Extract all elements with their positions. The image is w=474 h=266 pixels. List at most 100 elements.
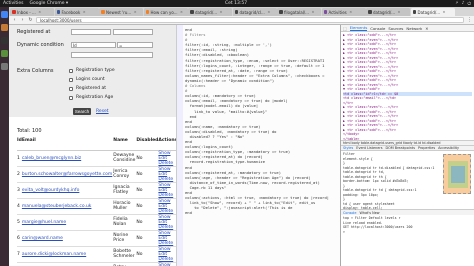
browser-tab[interactable]: datagrid/cl... × xyxy=(232,8,277,16)
registered-at-from-input[interactable] xyxy=(71,29,111,35)
row-id: 2 xyxy=(17,171,20,177)
column-header-email[interactable]: Email xyxy=(21,137,114,151)
tab-console[interactable]: Console xyxy=(370,26,385,31)
tab-close-icon[interactable]: × xyxy=(180,10,183,14)
editor-icon[interactable] xyxy=(1,50,8,57)
browser-tab[interactable]: Activities × xyxy=(321,8,366,16)
row-delete-link[interactable]: Delete xyxy=(158,177,173,182)
row-delete-link[interactable]: Delete xyxy=(158,257,173,262)
console-drawer-tab[interactable]: What's New xyxy=(359,211,379,215)
tab-network[interactable]: Network xyxy=(406,26,422,31)
terminal-icon[interactable] xyxy=(1,37,8,44)
tab-elements[interactable]: Elements xyxy=(349,25,368,31)
browser-tab[interactable]: Datagrid/... × xyxy=(410,8,455,16)
search-button[interactable]: Search xyxy=(73,108,91,115)
registration-age-checkbox[interactable] xyxy=(69,96,73,100)
reset-link[interactable]: Reset xyxy=(96,109,109,114)
dynamic-value-input[interactable] xyxy=(71,52,153,58)
row-email-link[interactable]: aurore.dicki@lockman.name xyxy=(22,252,86,257)
address-bar[interactable]: localhost:3000/users xyxy=(36,17,464,23)
styles-subtab[interactable]: Styles xyxy=(343,146,353,150)
network-icon[interactable]: ⚡ xyxy=(455,1,458,7)
tab-close-icon[interactable]: × xyxy=(398,10,401,14)
code-editor[interactable]: end # Filters # filter(:id, :string, :multi… xyxy=(176,25,340,266)
power-icon[interactable]: ⏻ xyxy=(467,1,471,7)
row-delete-link[interactable]: Delete xyxy=(158,241,173,246)
menu-icon[interactable]: ⋮ xyxy=(467,17,472,23)
row-delete-link[interactable]: Delete xyxy=(158,193,173,198)
row-delete-link[interactable]: Delete xyxy=(158,225,173,230)
dynamic-operator-select[interactable]: = xyxy=(117,42,153,48)
registered-at-to-input[interactable] xyxy=(113,29,153,35)
styles-subtab[interactable]: Event Listeners xyxy=(356,146,382,150)
registration-age-label: Registration Age xyxy=(76,95,114,100)
tab-close-icon[interactable]: × xyxy=(349,10,352,14)
row-show-link[interactable]: Show xyxy=(158,263,170,266)
styles-subtab[interactable]: DOM Breakpoints xyxy=(386,146,415,150)
chrome-icon[interactable] xyxy=(1,11,8,18)
tab-close-icon[interactable]: × xyxy=(134,10,137,14)
forward-icon[interactable]: › xyxy=(20,17,25,23)
tab-close-icon[interactable]: × xyxy=(267,10,270,14)
browser-tab[interactable]: Inbox - ... × xyxy=(10,8,54,16)
browser-tab-strip: Inbox - ... × Facebook × Newest 'ru... × How c… xyxy=(9,7,474,16)
dom-tree[interactable]: ▶ <tr class="odd">...</tr> ▶ <tr class="e… xyxy=(341,32,474,140)
tab-close-icon[interactable]: × xyxy=(38,10,41,14)
row-email-link[interactable]: burton.schowalter@farrowsgoyette.com xyxy=(22,172,112,177)
volume-icon[interactable]: ♪ xyxy=(462,1,465,7)
row-name-cell: Horacio Muller xyxy=(113,197,137,214)
editor-code[interactable]: end # Filters # filter(:id, :string, :multi… xyxy=(185,27,329,215)
browser-tab[interactable]: Newest 'ru... × xyxy=(99,8,143,16)
reload-icon[interactable]: ↻ xyxy=(28,17,33,23)
styles-subtab[interactable]: Accessibility xyxy=(438,146,459,150)
row-name-cell: Ignacia Flatley xyxy=(113,181,137,198)
console-drawer-tab[interactable]: Console xyxy=(343,211,356,215)
tab-title: Newest 'ru... xyxy=(106,9,132,15)
column-header-name[interactable]: Name xyxy=(113,137,137,151)
styles-subtab[interactable]: Properties xyxy=(418,146,435,150)
styles-pane[interactable]: Filter element.style {} table.datagrid tr … xyxy=(341,151,474,210)
table-row: 3 evita_volt@ourdykhq.info Ignacia Flatley… xyxy=(17,181,176,198)
row-actions-cell: Show Edit Delete xyxy=(158,149,176,166)
tab-close-icon[interactable]: × xyxy=(220,10,223,14)
inspect-icon[interactable]: ⬚ xyxy=(343,26,347,31)
tab-sources[interactable]: Sources xyxy=(388,26,403,31)
tab-close-icon[interactable]: × xyxy=(311,10,314,14)
browser-tab[interactable]: filogatalal/... × xyxy=(277,8,321,16)
favicon-icon xyxy=(145,10,149,14)
browser-tab[interactable]: How can yo... × xyxy=(143,8,188,16)
activities-button[interactable]: Activities xyxy=(3,1,24,6)
clock[interactable]: Cet 13:57 xyxy=(225,1,247,6)
row-email-link[interactable]: carin@ward.name xyxy=(22,236,63,241)
table-row: 7 aurore.dicki@lockman.name Bobette Schmel… xyxy=(17,245,176,262)
tab-close-icon[interactable]: × xyxy=(443,10,446,14)
tab-close-icon[interactable]: × xyxy=(83,10,86,14)
tab-title: filogatalal/... xyxy=(284,9,309,15)
back-icon[interactable]: ‹ xyxy=(12,17,17,23)
column-header-disabled[interactable]: Disabled xyxy=(136,137,159,151)
registration-type-checkbox[interactable] xyxy=(69,69,73,73)
close-icon[interactable]: ✕ xyxy=(425,26,428,31)
row-email-link[interactable]: margie@huel.name xyxy=(22,220,66,225)
tab-title: Inbox - ... xyxy=(17,9,36,15)
table-row: 6 carin@ward.name Norine Price No Show Edit … xyxy=(17,229,176,246)
logins-count-checkbox[interactable] xyxy=(69,78,73,82)
row-email-link[interactable]: manuela@steuberjeback.co.uk xyxy=(22,204,92,209)
console-output[interactable]: top ▾ Filter Default levels ▾ Live reload… xyxy=(341,215,474,235)
tab-title: datagrid/... xyxy=(373,9,396,15)
row-delete-link[interactable]: Delete xyxy=(158,161,173,166)
row-actions-cell: Show Edit Delete xyxy=(158,245,176,262)
app-menu[interactable]: Google Chrome ▾ xyxy=(30,1,69,6)
files-icon[interactable] xyxy=(1,24,8,31)
settings-icon[interactable] xyxy=(1,63,8,70)
browser-tab[interactable]: Facebook × xyxy=(54,8,99,16)
registered-at-checkbox[interactable] xyxy=(69,87,73,91)
dynamic-field-select[interactable]: Id xyxy=(71,42,116,48)
row-email-link[interactable]: evita_volt@ourdykhq.info xyxy=(22,188,79,193)
row-email-link[interactable]: caleb_bruen@mcglynn.biz xyxy=(22,156,81,161)
browser-tab[interactable]: datagrid/... × xyxy=(188,8,232,16)
total-count: Total: 100 xyxy=(17,128,42,134)
row-delete-link[interactable]: Delete xyxy=(158,209,173,214)
browser-tab[interactable]: datagrid/... × xyxy=(366,8,410,16)
row-disabled: No xyxy=(136,251,143,257)
